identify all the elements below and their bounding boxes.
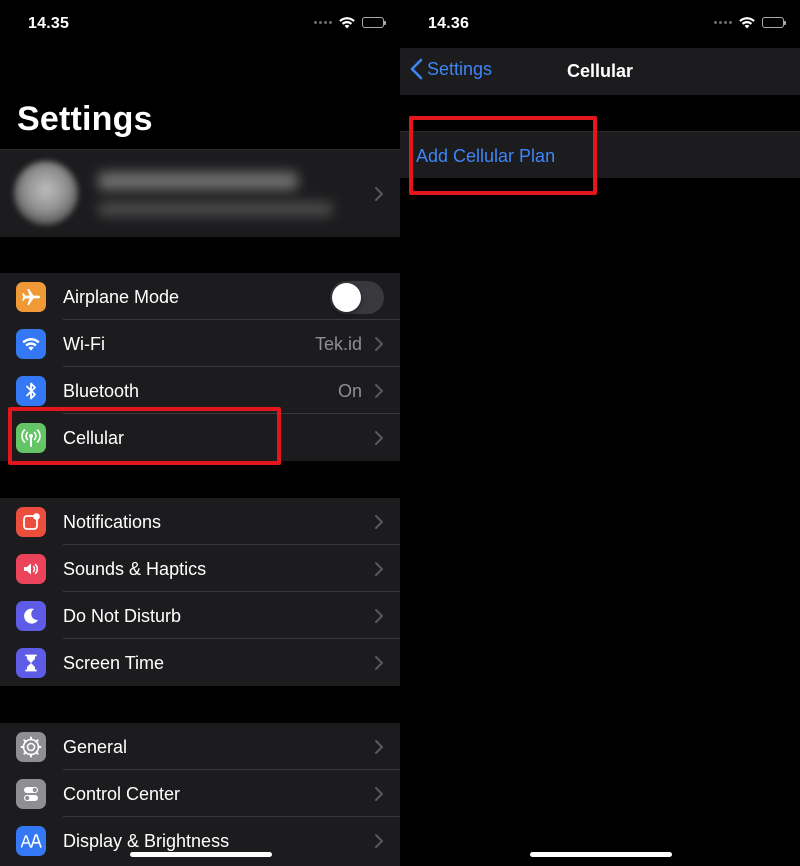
airplane-mode-toggle[interactable] — [330, 281, 384, 314]
status-icons — [314, 16, 386, 29]
avatar — [14, 161, 78, 225]
chevron-right-icon — [375, 656, 383, 670]
switches-icon — [16, 779, 46, 809]
signal-icon — [314, 21, 332, 24]
settings-row-label: Screen Time — [63, 653, 165, 673]
cellular-highlight-box — [8, 407, 281, 465]
chevron-right-icon — [375, 609, 383, 623]
settings-row-control-center[interactable]: Control Center — [0, 770, 400, 817]
airplane-icon — [16, 282, 46, 312]
settings-screen: 14.35 Settings Airplane Mode Wi-Fi Tek.i… — [0, 0, 400, 866]
home-indicator[interactable] — [130, 852, 272, 857]
apple-id-profile[interactable] — [0, 149, 400, 237]
settings-row-label: Notifications — [63, 512, 162, 532]
chevron-right-icon — [375, 562, 383, 576]
speaker-icon — [16, 554, 46, 584]
settings-row-do-not-disturb[interactable]: Do Not Disturb — [0, 592, 400, 639]
page-title: Settings — [17, 100, 153, 138]
chevron-right-icon — [375, 337, 383, 351]
wifi-icon — [16, 329, 46, 359]
chevron-right-icon — [375, 834, 383, 848]
navigation-bar: Settings Cellular — [400, 48, 800, 95]
settings-row-airplane-mode[interactable]: Airplane Mode — [0, 273, 400, 320]
status-time: 14.36 — [428, 15, 470, 32]
status-bar: 14.35 — [0, 0, 400, 48]
status-time: 14.35 — [28, 15, 70, 32]
settings-row-general[interactable]: General — [0, 723, 400, 770]
settings-row-notifications[interactable]: Notifications — [0, 498, 400, 545]
profile-subtitle-redacted — [98, 202, 333, 216]
notifications-icon — [16, 507, 46, 537]
bluetooth-status-value: On — [337, 381, 362, 401]
settings-row-label: Control Center — [63, 784, 181, 804]
chevron-right-icon — [375, 515, 383, 529]
settings-row-label: General — [63, 737, 128, 757]
settings-row-label: Airplane Mode — [63, 287, 180, 307]
chevron-right-icon — [375, 187, 383, 201]
chevron-right-icon — [375, 384, 383, 398]
settings-row-label: Display & Brightness — [63, 831, 230, 851]
wifi-status-icon — [339, 17, 355, 29]
nav-title: Cellular — [566, 61, 634, 81]
bluetooth-icon — [16, 376, 46, 406]
status-icons — [714, 16, 786, 29]
hourglass-icon — [16, 648, 46, 678]
settings-group-general: General Control Center Display & Brightn… — [0, 723, 400, 866]
settings-row-sounds-haptics[interactable]: Sounds & Haptics — [0, 545, 400, 592]
wifi-status-icon — [739, 17, 755, 29]
cellular-screen: 14.36 Settings Cellular Add Cellular Pla… — [400, 0, 800, 866]
home-indicator[interactable] — [530, 852, 672, 857]
settings-row-screen-time[interactable]: Screen Time — [0, 639, 400, 686]
status-bar: 14.36 — [400, 0, 800, 48]
battery-icon — [362, 17, 386, 28]
text-size-icon — [16, 826, 46, 856]
settings-group-notifications: Notifications Sounds & Haptics Do Not Di… — [0, 498, 400, 686]
battery-icon — [762, 17, 786, 28]
chevron-right-icon — [375, 787, 383, 801]
signal-icon — [714, 21, 732, 24]
settings-row-label: Bluetooth — [63, 381, 140, 401]
add-plan-highlight-box — [409, 116, 597, 195]
settings-row-label: Do Not Disturb — [63, 606, 182, 626]
settings-row-wifi[interactable]: Wi-Fi Tek.id — [0, 320, 400, 367]
moon-icon — [16, 601, 46, 631]
settings-row-label: Sounds & Haptics — [63, 559, 207, 579]
chevron-right-icon — [375, 740, 383, 754]
settings-row-label: Wi-Fi — [63, 334, 105, 354]
gear-icon — [16, 732, 46, 762]
wifi-network-value: Tek.id — [314, 334, 362, 354]
profile-name-redacted — [98, 172, 298, 190]
chevron-right-icon — [375, 431, 383, 445]
